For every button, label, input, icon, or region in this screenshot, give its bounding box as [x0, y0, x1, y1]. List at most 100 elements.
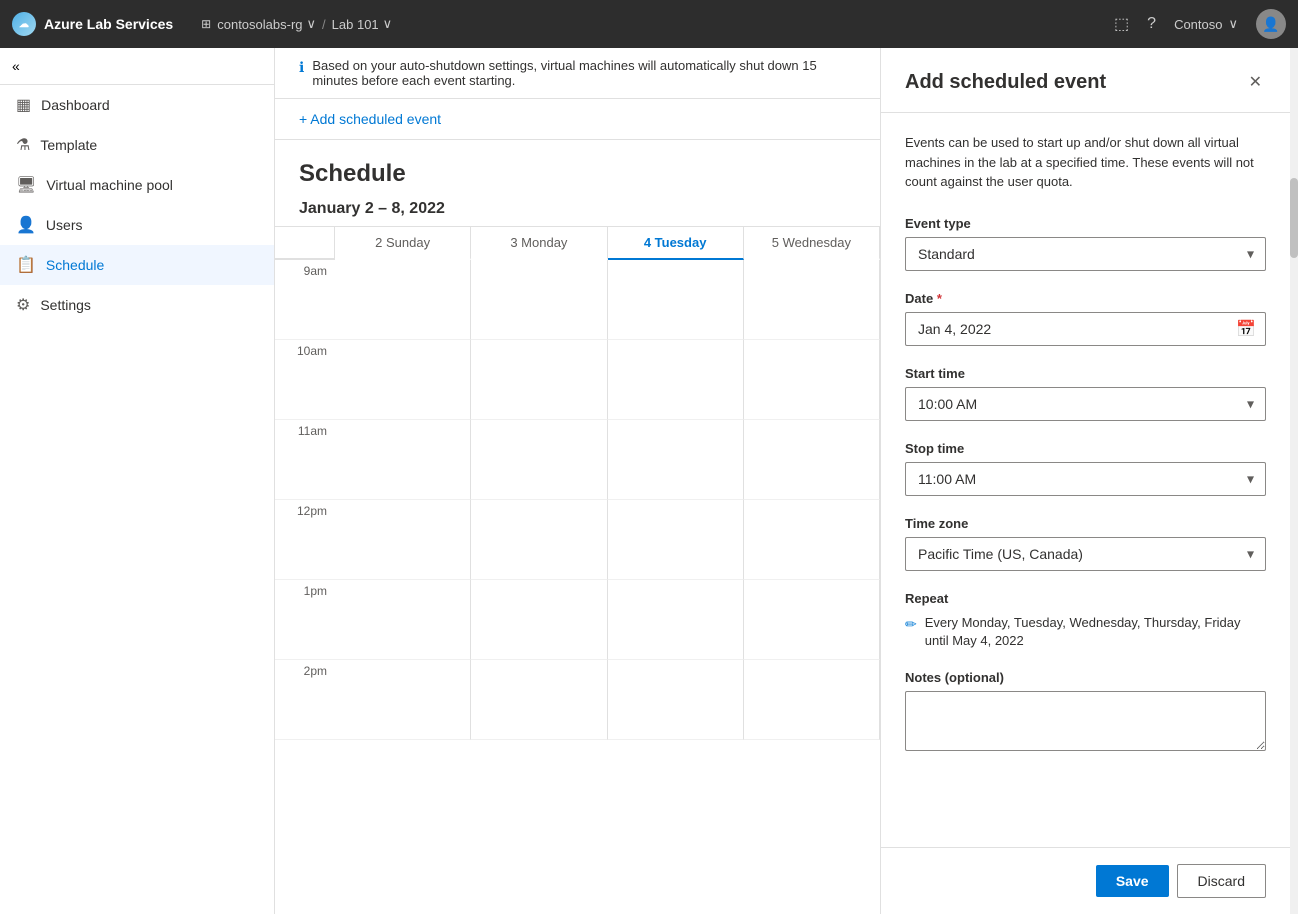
cell-mon-2pm[interactable]	[471, 660, 607, 740]
notes-textarea[interactable]	[905, 691, 1266, 751]
date-label: Date *	[905, 291, 1266, 306]
sidebar-label-users: Users	[46, 217, 83, 233]
sidebar-label-template: Template	[40, 137, 97, 153]
settings-icon: ⚙	[16, 295, 30, 315]
scrollbar-thumb[interactable]	[1290, 178, 1298, 258]
help-icon[interactable]: ?	[1147, 15, 1156, 33]
breadcrumb-lab[interactable]: Lab 101 ∨	[332, 16, 393, 32]
notes-label: Notes (optional)	[905, 670, 1266, 685]
date-input-wrapper: 📅	[905, 312, 1266, 346]
timezone-select-wrapper: Pacific Time (US, Canada) Eastern Time (…	[905, 537, 1266, 571]
vm-pool-icon: 🖥	[16, 175, 36, 195]
timezone-label: Time zone	[905, 516, 1266, 531]
cell-mon-12pm[interactable]	[471, 500, 607, 580]
cell-tue-11am[interactable]	[608, 420, 744, 500]
timezone-field: Time zone Pacific Time (US, Canada) East…	[905, 516, 1266, 571]
cell-tue-12pm[interactable]	[608, 500, 744, 580]
stop-time-field: Stop time 10:00 AM 10:30 AM 11:00 AM 11:…	[905, 441, 1266, 496]
cell-tue-2pm[interactable]	[608, 660, 744, 740]
calendar-day-wednesday[interactable]: 5 Wednesday	[744, 227, 880, 260]
repeat-section: Repeat ✏ Every Monday, Tuesday, Wednesda…	[905, 591, 1266, 650]
add-event-label: + Add scheduled event	[299, 111, 441, 127]
add-scheduled-event-panel: Add scheduled event ✕ Events can be used…	[880, 48, 1290, 914]
stop-time-select[interactable]: 10:00 AM 10:30 AM 11:00 AM 11:30 AM 12:0…	[905, 462, 1266, 496]
event-type-label: Event type	[905, 216, 1266, 231]
sidebar-item-users[interactable]: 👤 Users	[0, 205, 274, 245]
cell-tue-1pm[interactable]	[608, 580, 744, 660]
sidebar-item-settings[interactable]: ⚙ Settings	[0, 285, 274, 325]
time-9am: 9am	[275, 260, 335, 340]
add-scheduled-event-button[interactable]: + Add scheduled event	[299, 111, 441, 127]
panel-right-container: Add scheduled event ✕ Events can be used…	[880, 48, 1298, 914]
cell-mon-1pm[interactable]	[471, 580, 607, 660]
event-type-select[interactable]: Standard Custom	[905, 237, 1266, 271]
sidebar-label-dashboard: Dashboard	[41, 97, 110, 113]
edit-repeat-icon[interactable]: ✏	[905, 615, 917, 635]
right-panel-scrollbar[interactable]	[1290, 48, 1298, 914]
calendar-icon[interactable]: 📅	[1236, 319, 1256, 339]
cell-wed-10am[interactable]	[744, 340, 880, 420]
info-banner-text: Based on your auto-shutdown settings, vi…	[312, 58, 856, 88]
date-input[interactable]	[905, 312, 1266, 346]
calendar-day-sunday[interactable]: 2 Sunday	[335, 227, 471, 260]
repeat-value: ✏ Every Monday, Tuesday, Wednesday, Thur…	[905, 614, 1266, 650]
sidebar-item-vm-pool[interactable]: 🖥 Virtual machine pool	[0, 165, 274, 205]
breadcrumb-icon: ⊞	[201, 17, 211, 31]
time-11am: 11am	[275, 420, 335, 500]
event-type-select-wrapper: Standard Custom	[905, 237, 1266, 271]
cell-sun-9am[interactable]	[335, 260, 471, 340]
main-layout: « ▦ Dashboard ⚗ Template 🖥 Virtual machi…	[0, 48, 1298, 914]
sidebar-item-template[interactable]: ⚗ Template	[0, 125, 274, 165]
cell-sun-1pm[interactable]	[335, 580, 471, 660]
time-2pm: 2pm	[275, 660, 335, 740]
users-icon: 👤	[16, 215, 36, 235]
breadcrumb-resource-group[interactable]: contosolabs-rg ∨	[217, 16, 316, 32]
calendar-wrapper[interactable]: 2 Sunday 3 Monday 4 Tuesday 5 Wednesday …	[275, 226, 880, 914]
cell-tue-10am[interactable]	[608, 340, 744, 420]
timezone-select[interactable]: Pacific Time (US, Canada) Eastern Time (…	[905, 537, 1266, 571]
schedule-title: Schedule	[299, 160, 856, 188]
cell-mon-11am[interactable]	[471, 420, 607, 500]
cell-tue-9am[interactable]	[608, 260, 744, 340]
time-header-empty	[275, 227, 335, 260]
panel-header: Add scheduled event ✕	[881, 48, 1290, 113]
panel-close-button[interactable]: ✕	[1245, 68, 1266, 96]
content-area: ℹ Based on your auto-shutdown settings, …	[275, 48, 880, 914]
avatar[interactable]: 👤	[1256, 9, 1286, 39]
stop-time-label: Stop time	[905, 441, 1266, 456]
calendar-day-tuesday[interactable]: 4 Tuesday	[608, 227, 744, 260]
user-menu[interactable]: Contoso ∨	[1174, 16, 1238, 32]
info-banner: ℹ Based on your auto-shutdown settings, …	[275, 48, 880, 99]
start-time-label: Start time	[905, 366, 1266, 381]
schedule-icon: 📋	[16, 255, 36, 275]
panel-title: Add scheduled event	[905, 71, 1106, 94]
cell-wed-2pm[interactable]	[744, 660, 880, 740]
cell-wed-11am[interactable]	[744, 420, 880, 500]
sidebar-label-schedule: Schedule	[46, 257, 104, 273]
monitor-icon[interactable]: ⬚	[1114, 14, 1129, 34]
time-10am: 10am	[275, 340, 335, 420]
cell-sun-11am[interactable]	[335, 420, 471, 500]
app-name: Azure Lab Services	[44, 16, 173, 32]
app-logo[interactable]: ☁ Azure Lab Services	[12, 12, 173, 36]
cell-sun-10am[interactable]	[335, 340, 471, 420]
save-button[interactable]: Save	[1096, 865, 1169, 897]
calendar-grid: 2 Sunday 3 Monday 4 Tuesday 5 Wednesday …	[275, 226, 880, 740]
cell-wed-12pm[interactable]	[744, 500, 880, 580]
sidebar-item-schedule[interactable]: 📋 Schedule	[0, 245, 274, 285]
discard-button[interactable]: Discard	[1177, 864, 1266, 898]
repeat-text: Every Monday, Tuesday, Wednesday, Thursd…	[925, 614, 1266, 650]
cell-mon-9am[interactable]	[471, 260, 607, 340]
cell-sun-12pm[interactable]	[335, 500, 471, 580]
cell-mon-10am[interactable]	[471, 340, 607, 420]
calendar-day-monday[interactable]: 3 Monday	[471, 227, 607, 260]
start-time-select[interactable]: 9:00 AM 9:30 AM 10:00 AM 10:30 AM 11:00 …	[905, 387, 1266, 421]
repeat-label: Repeat	[905, 591, 1266, 606]
sidebar-collapse-button[interactable]: «	[0, 48, 274, 85]
cell-sun-2pm[interactable]	[335, 660, 471, 740]
cell-wed-9am[interactable]	[744, 260, 880, 340]
action-bar: + Add scheduled event	[275, 99, 880, 140]
sidebar-item-dashboard[interactable]: ▦ Dashboard	[0, 85, 274, 125]
panel-footer: Save Discard	[881, 847, 1290, 914]
cell-wed-1pm[interactable]	[744, 580, 880, 660]
